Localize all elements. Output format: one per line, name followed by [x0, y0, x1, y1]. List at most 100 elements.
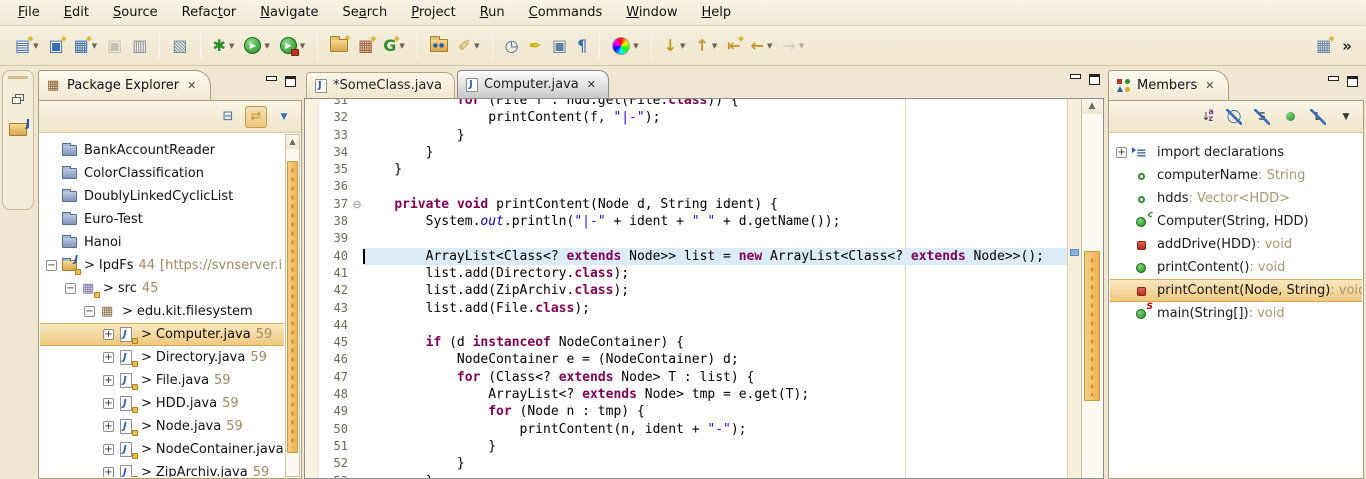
tree-item-directory-java[interactable]: +>Directory.java59	[40, 346, 284, 369]
new-view-button[interactable]: ▦✦▼	[70, 32, 102, 60]
tree-item-ziparchiv-java[interactable]: +>ZipArchiv.java59	[40, 461, 284, 477]
annotation-ruler[interactable]	[305, 99, 319, 478]
code-line-34[interactable]: }	[363, 144, 1067, 161]
tree-item-bankaccountreader[interactable]: BankAccountReader	[40, 139, 284, 162]
pin-editor-button[interactable]: ▦✦	[1312, 32, 1335, 60]
run-last-tool-button[interactable]: ◷	[501, 32, 523, 60]
print-button[interactable]: ▥	[128, 32, 151, 60]
dropdown-arrow-icon[interactable]: ▼	[799, 42, 804, 50]
menu-help[interactable]: Help	[690, 2, 744, 23]
tree-item-doublylinkedcycliclist[interactable]: DoublyLinkedCyclicList	[40, 185, 284, 208]
dropdown-arrow-icon[interactable]: ▼	[229, 42, 234, 50]
perspective-bar-grip[interactable]	[8, 76, 28, 79]
code-line-35[interactable]: }	[363, 161, 1067, 178]
java-perspective-button[interactable]	[6, 117, 30, 141]
minimize-button[interactable]	[266, 76, 277, 85]
member-main-string-[interactable]: Smain(String[]) : void	[1110, 302, 1362, 325]
code-editor[interactable]: 3132333435363738394041424344454647484950…	[304, 98, 1104, 479]
new-editor-button[interactable]: ▣✦	[45, 32, 68, 60]
expand-icon[interactable]: +	[103, 352, 114, 363]
code-line-39[interactable]	[363, 230, 1067, 247]
new-wizard-button[interactable]: ▤✦▼	[11, 32, 43, 60]
code-line-31[interactable]: for (File f : hdd.get(File.class)) {	[363, 99, 1067, 109]
close-tab-icon[interactable]: ✕	[587, 78, 596, 91]
folding-ruler[interactable]: ⊖	[351, 99, 363, 478]
dropdown-arrow-icon[interactable]: ▼	[300, 42, 305, 50]
show-whitespace-button[interactable]: ¶	[573, 32, 591, 60]
menu-project[interactable]: Project	[399, 2, 468, 23]
toolbar-overflow-button[interactable]: »	[1336, 37, 1358, 55]
tree-item-hdd-java[interactable]: +>HDD.java59	[40, 392, 284, 415]
menu-commands[interactable]: Commands	[517, 2, 615, 23]
restore-views-button[interactable]	[6, 87, 30, 111]
code-line-46[interactable]: NodeContainer e = (NodeContainer) d;	[363, 351, 1067, 368]
tree-item-colorclassification[interactable]: ColorClassification	[40, 162, 284, 185]
tree-item-nodecontainer-java[interactable]: +>NodeContainer.java	[40, 438, 284, 461]
code-line-32[interactable]: printContent(f, "|-");	[363, 109, 1067, 126]
code-line-49[interactable]: for (Node n : tmp) {	[363, 403, 1067, 420]
new-package-button[interactable]: ▦✦	[354, 32, 377, 60]
close-icon[interactable]: ✕	[187, 79, 196, 92]
dropdown-arrow-icon[interactable]: ▼	[633, 42, 638, 50]
menu-refactor[interactable]: Refactor	[170, 2, 249, 23]
code-line-36[interactable]	[363, 178, 1067, 195]
scrollbar-thumb[interactable]	[1084, 251, 1100, 401]
minimize-button[interactable]	[1328, 76, 1339, 85]
maximize-button[interactable]	[1347, 76, 1358, 87]
line-number-ruler[interactable]: 3132333435363738394041424344454647484950…	[320, 99, 351, 478]
mark-occurrences-button[interactable]: ✒	[525, 32, 546, 60]
link-with-editor-button[interactable]: ⇄	[245, 106, 267, 128]
open-type-button[interactable]: ●●	[426, 32, 452, 60]
previous-annotation-button[interactable]: ↑▼	[691, 32, 721, 60]
members-tab[interactable]: Members ✕	[1108, 70, 1229, 100]
code-line-40[interactable]: ArrayList<Class<? extends Node>> list = …	[363, 248, 1067, 265]
minimize-button[interactable]	[1070, 74, 1081, 83]
show-selected-element-button[interactable]: ▣	[548, 32, 571, 60]
package-explorer-scrollbar[interactable]: ▲	[285, 134, 300, 477]
color-palette-button[interactable]: ▼	[608, 32, 642, 60]
code-line-37[interactable]: private void printContent(Node d, String…	[363, 196, 1067, 213]
tree-item-hanoi[interactable]: Hanoi	[40, 231, 284, 254]
package-explorer-tab[interactable]: ▦ Package Explorer ✕	[38, 70, 211, 100]
expand-icon[interactable]: +	[103, 421, 114, 432]
menu-run[interactable]: Run	[468, 2, 517, 23]
code-line-33[interactable]: }	[363, 127, 1067, 144]
code-line-53[interactable]: }	[363, 473, 1067, 478]
fold-collapse-icon[interactable]: ⊖	[351, 196, 363, 213]
expand-icon[interactable]: +	[103, 398, 114, 409]
code-line-44[interactable]	[363, 317, 1067, 334]
hide-local-types-button[interactable]: L	[1307, 106, 1329, 128]
code-line-47[interactable]: for (Class<? extends Node> T : list) {	[363, 369, 1067, 386]
back-button[interactable]: ←▼	[747, 32, 777, 60]
tree-item-ipdfs[interactable]: −>IpdFs44[https://svnserver.i	[40, 254, 284, 277]
expand-icon[interactable]: +	[103, 329, 114, 340]
dropdown-arrow-icon[interactable]: ▼	[264, 42, 269, 50]
dropdown-arrow-icon[interactable]: ▼	[680, 42, 685, 50]
code-line-48[interactable]: ArrayList<? extends Node> tmp = e.get(T)…	[363, 386, 1067, 403]
view-menu-button[interactable]: ▼	[273, 106, 295, 128]
maximize-button[interactable]	[285, 76, 296, 87]
menu-file[interactable]: File	[6, 2, 52, 23]
overview-annotation-mark[interactable]	[1070, 249, 1079, 256]
expand-icon[interactable]: +	[1116, 147, 1127, 158]
last-edit-location-button[interactable]: ⇤✦	[723, 32, 744, 60]
code-line-45[interactable]: if (d instanceof NodeContainer) {	[363, 334, 1067, 351]
editor-tab-computer-java[interactable]: Computer.java✕	[457, 70, 609, 98]
next-annotation-button[interactable]: ↓▼	[660, 32, 690, 60]
search-button[interactable]: ✐▼	[454, 32, 484, 60]
run-button[interactable]: ▶▼	[240, 32, 273, 60]
editor-tab--someclass-java[interactable]: *SomeClass.java	[306, 72, 455, 98]
tree-item-src[interactable]: −▦>src45	[40, 277, 284, 300]
dropdown-arrow-icon[interactable]: ▼	[712, 42, 717, 50]
tree-item-computer-java[interactable]: +>Computer.java59	[40, 323, 284, 346]
dropdown-arrow-icon[interactable]: ▼	[767, 42, 772, 50]
scroll-up-icon[interactable]: ▲	[1082, 99, 1102, 114]
new-class-button[interactable]: G✦▼	[379, 32, 409, 60]
member-printcontent-node-string-[interactable]: printContent(Node, String) : void	[1110, 279, 1362, 302]
member-computer-string-hdd-[interactable]: cComputer(String, HDD)	[1110, 210, 1362, 233]
member-adddrive-hdd-[interactable]: addDrive(HDD) : void	[1110, 233, 1362, 256]
member-import-declarations[interactable]: +≡import declarations	[1110, 141, 1362, 164]
save-all-button[interactable]: ▧	[168, 32, 191, 60]
tree-item-euro-test[interactable]: Euro-Test	[40, 208, 284, 231]
collapse-icon[interactable]: −	[84, 306, 95, 317]
